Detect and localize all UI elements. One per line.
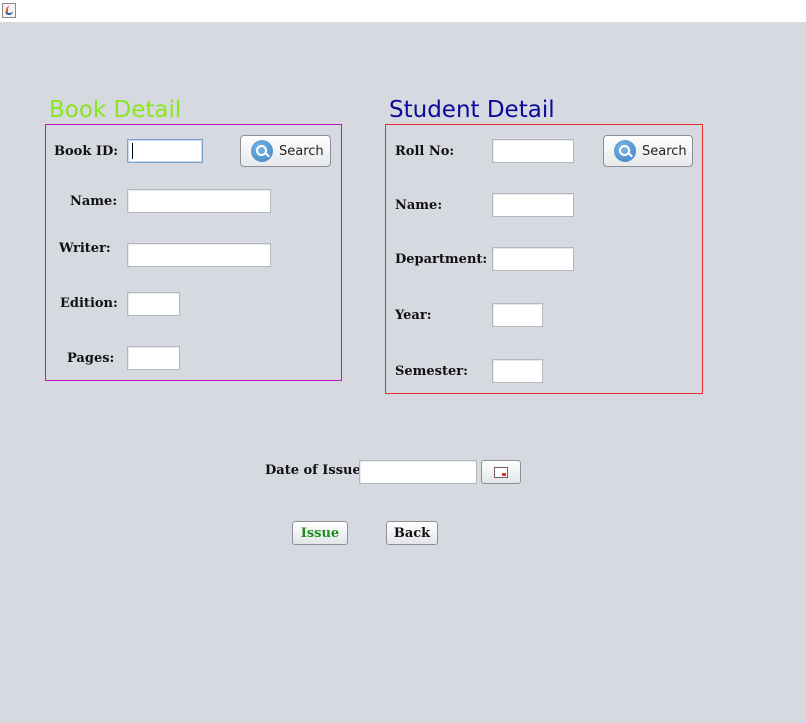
roll-no-label: Roll No: [395,144,455,159]
book-id-input[interactable] [127,139,203,163]
student-name-input[interactable] [492,193,574,217]
year-input[interactable] [492,303,543,327]
department-input[interactable] [492,247,574,271]
edition-label: Edition: [60,296,118,311]
text-caret [132,143,133,159]
student-search-button[interactable]: Search [603,135,693,167]
student-detail-heading: Student Detail [389,97,555,123]
search-icon [614,140,636,162]
year-label: Year: [395,308,432,323]
book-id-label: Book ID: [54,144,119,159]
book-detail-panel: Book ID: Search Name: Writer: Edition: P… [45,124,342,381]
book-detail-heading: Book Detail [49,97,182,123]
calendar-icon [494,466,508,478]
book-name-label: Name: [70,194,118,209]
search-icon [251,140,273,162]
java-icon [2,3,16,18]
back-button[interactable]: Back [386,521,438,545]
date-picker-button[interactable] [481,460,521,484]
pages-label: Pages: [67,351,115,366]
book-search-label: Search [279,143,324,159]
date-of-issue-input[interactable] [359,460,477,484]
writer-label: Writer: [59,241,111,256]
student-search-label: Search [642,143,687,159]
book-name-input[interactable] [127,189,271,213]
book-search-button[interactable]: Search [240,135,331,167]
edition-input[interactable] [127,292,180,316]
window-titlebar [0,0,806,22]
pages-input[interactable] [127,346,180,370]
student-detail-panel: Roll No: Search Name: Department: Year: … [385,124,703,394]
writer-input[interactable] [127,243,271,267]
semester-input[interactable] [492,359,543,383]
department-label: Department: [395,252,488,267]
date-of-issue-label: Date of Issue: [265,463,366,478]
student-name-label: Name: [395,198,443,213]
roll-no-input[interactable] [492,139,574,163]
issue-button[interactable]: Issue [292,521,348,545]
semester-label: Semester: [395,364,468,379]
